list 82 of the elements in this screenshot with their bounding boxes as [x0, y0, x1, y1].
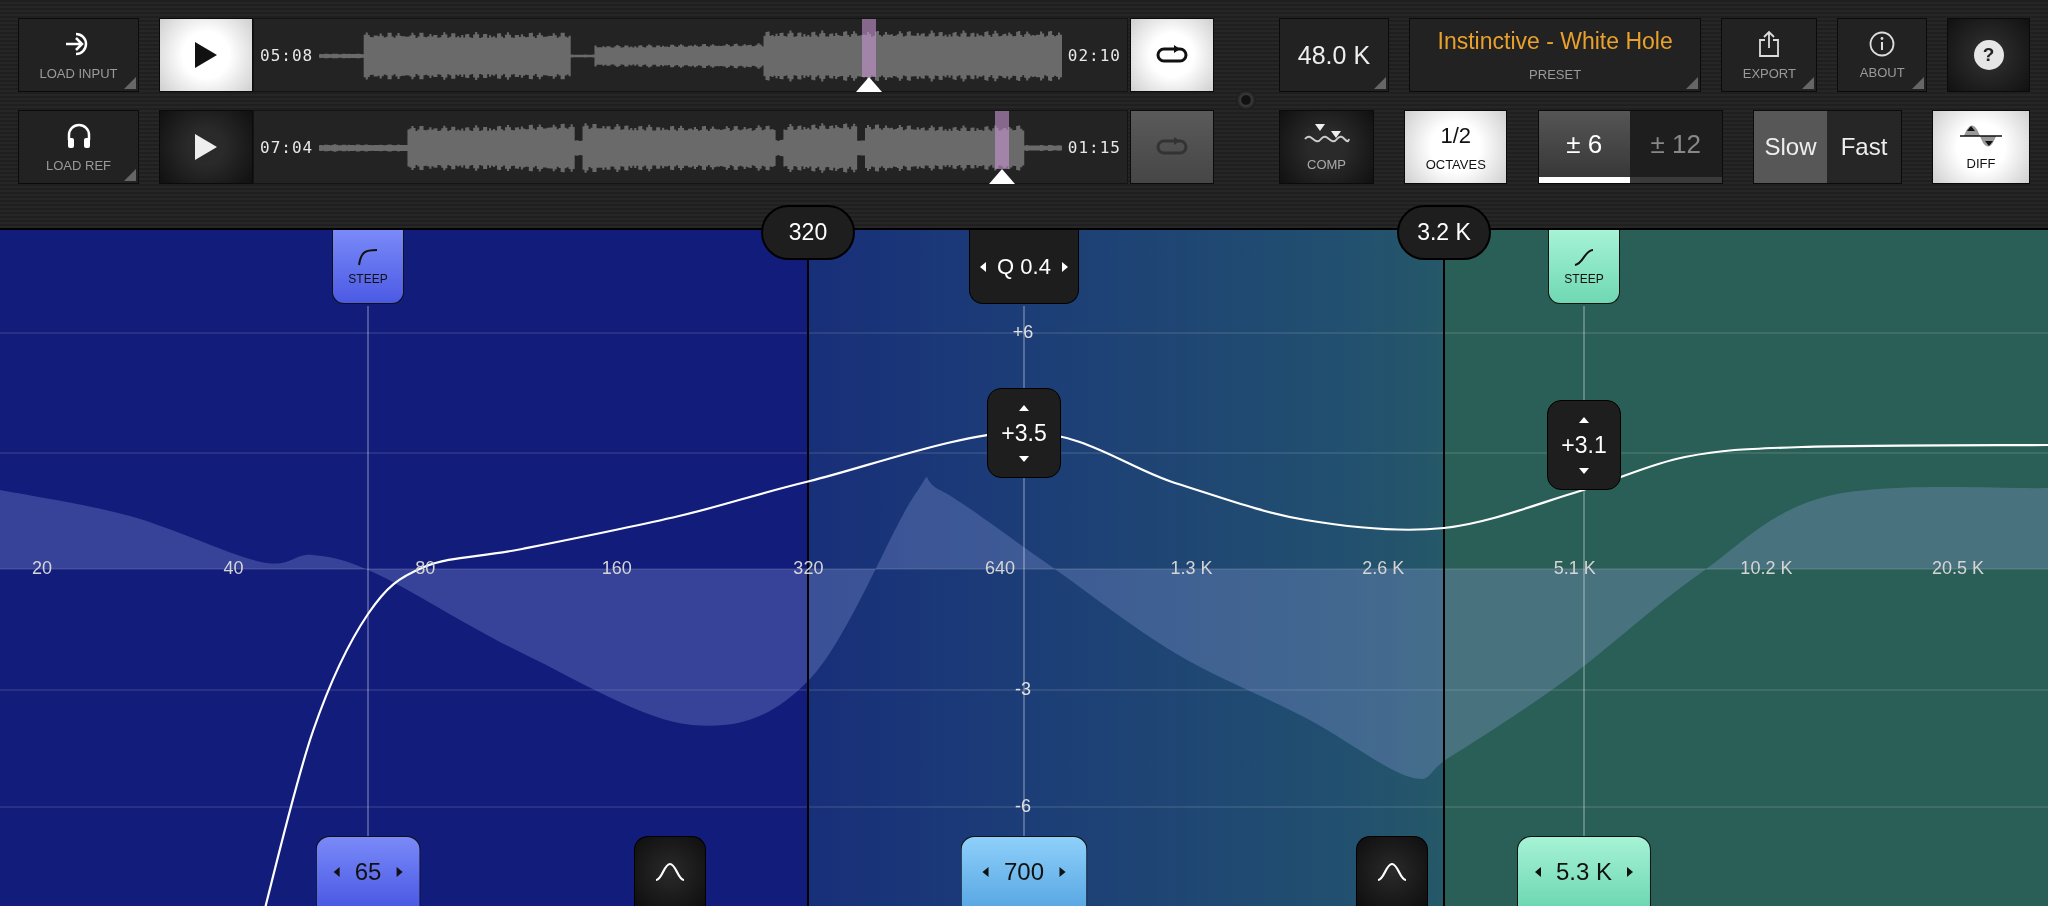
speed-option[interactable]: Slow	[1753, 111, 1828, 183]
play-icon	[193, 40, 219, 70]
corner-triangle-icon	[1912, 77, 1925, 89]
speed-option[interactable]: Fast	[1827, 111, 1901, 183]
corner-triangle-icon	[1686, 77, 1699, 89]
frequency-label: 10.2 K	[1740, 558, 1793, 579]
playhead-band	[861, 19, 876, 77]
range-option[interactable]: ± 6	[1538, 111, 1630, 183]
preset-button[interactable]: Instinctive - White Hole PRESET	[1408, 18, 1702, 92]
sample-rate-button[interactable]: 48.0 K	[1279, 18, 1389, 92]
slope-curve-icon	[1573, 247, 1595, 266]
gain-label: -6	[1014, 796, 1032, 817]
sample-rate-value: 48.0 K	[1297, 40, 1371, 70]
frequency-label: 20	[32, 558, 52, 579]
remaining-time: 02:10	[1066, 45, 1122, 65]
frequency-label: 1.3 K	[1170, 558, 1213, 579]
octaves-toggle[interactable]: 1/2 OCTAVES	[1404, 110, 1508, 184]
slope-button[interactable]: STEEP	[1548, 230, 1620, 304]
bell-filter-button[interactable]	[1356, 836, 1428, 906]
corner-triangle-icon	[1373, 77, 1386, 89]
frequency-label: 160	[601, 558, 632, 579]
playhead-handle[interactable]	[854, 76, 883, 92]
elapsed-time: 05:08	[259, 45, 315, 65]
screw-icon	[1236, 90, 1256, 110]
share-icon	[1758, 29, 1781, 58]
playhead-handle[interactable]	[988, 168, 1017, 184]
loop-button[interactable]	[1130, 18, 1214, 92]
playhead-band	[995, 111, 1010, 169]
crossover-handle[interactable]: 320	[761, 205, 855, 260]
frequency-handle[interactable]: 700	[960, 836, 1088, 906]
right-arrow-icon	[1058, 865, 1066, 878]
waveform-track[interactable]: 07:04 01:15	[253, 110, 1128, 184]
down-arrow-icon	[1578, 466, 1590, 475]
corner-triangle-icon	[124, 169, 136, 181]
elapsed-time: 07:04	[259, 137, 315, 157]
play-button[interactable]	[159, 18, 253, 92]
left-arrow-icon	[979, 260, 988, 273]
slope-button[interactable]: STEEP	[332, 230, 404, 304]
help-button[interactable]: ?	[1947, 18, 2030, 92]
frequency-handle[interactable]: 65	[315, 836, 421, 906]
corner-triangle-icon	[1802, 77, 1815, 89]
crossover-handle[interactable]: 3.2 K	[1397, 205, 1491, 260]
frequency-handle[interactable]: 5.3 K	[1517, 836, 1651, 906]
play-button[interactable]	[159, 110, 253, 184]
play-icon	[193, 132, 219, 162]
gain-handle[interactable]: +3.5	[987, 388, 1061, 478]
up-arrow-icon	[1578, 415, 1590, 424]
frequency-label: 640	[985, 558, 1015, 579]
loop-icon	[1154, 44, 1190, 66]
frequency-label: 2.6 K	[1362, 558, 1405, 579]
bell-filter-button[interactable]	[634, 836, 706, 906]
q-handle[interactable]: Q 0.4	[969, 230, 1079, 304]
export-button[interactable]: EXPORT	[1721, 18, 1818, 92]
up-arrow-icon	[1018, 403, 1030, 412]
bell-curve-icon	[1377, 861, 1407, 882]
difference-wave-icon	[1958, 123, 2004, 148]
right-arrow-icon	[1060, 260, 1069, 273]
left-arrow-icon	[981, 865, 990, 878]
slope-curve-icon	[357, 247, 379, 266]
gain-label: -3	[1014, 679, 1032, 700]
down-arrow-icon	[1018, 454, 1030, 463]
gain-handle[interactable]: +3.1	[1547, 400, 1621, 490]
frequency-label: 5.1 K	[1553, 558, 1596, 579]
frequency-label: 20.5 K	[1932, 558, 1984, 579]
waveform-track[interactable]: 05:08 02:10	[253, 18, 1128, 92]
gain-label: +6	[1011, 322, 1035, 343]
right-arrow-icon	[1626, 865, 1634, 878]
left-arrow-icon	[332, 865, 341, 878]
corner-triangle-icon	[124, 77, 136, 89]
load-button[interactable]: LOAD INPUT	[18, 18, 139, 92]
headphones-icon	[65, 121, 92, 150]
about-button[interactable]: ABOUT	[1837, 18, 1928, 92]
left-arrow-icon	[1534, 865, 1542, 878]
info-icon	[1869, 30, 1896, 57]
comp-toggle[interactable]: COMP	[1279, 110, 1374, 184]
diff-toggle[interactable]: DIFF	[1932, 110, 2030, 184]
load-button[interactable]: LOAD REF	[18, 110, 139, 184]
loop-icon	[1154, 136, 1190, 158]
bell-curve-icon	[655, 861, 685, 882]
frequency-label: 40	[223, 558, 244, 579]
right-arrow-icon	[395, 865, 404, 878]
remaining-time: 01:15	[1066, 137, 1122, 157]
